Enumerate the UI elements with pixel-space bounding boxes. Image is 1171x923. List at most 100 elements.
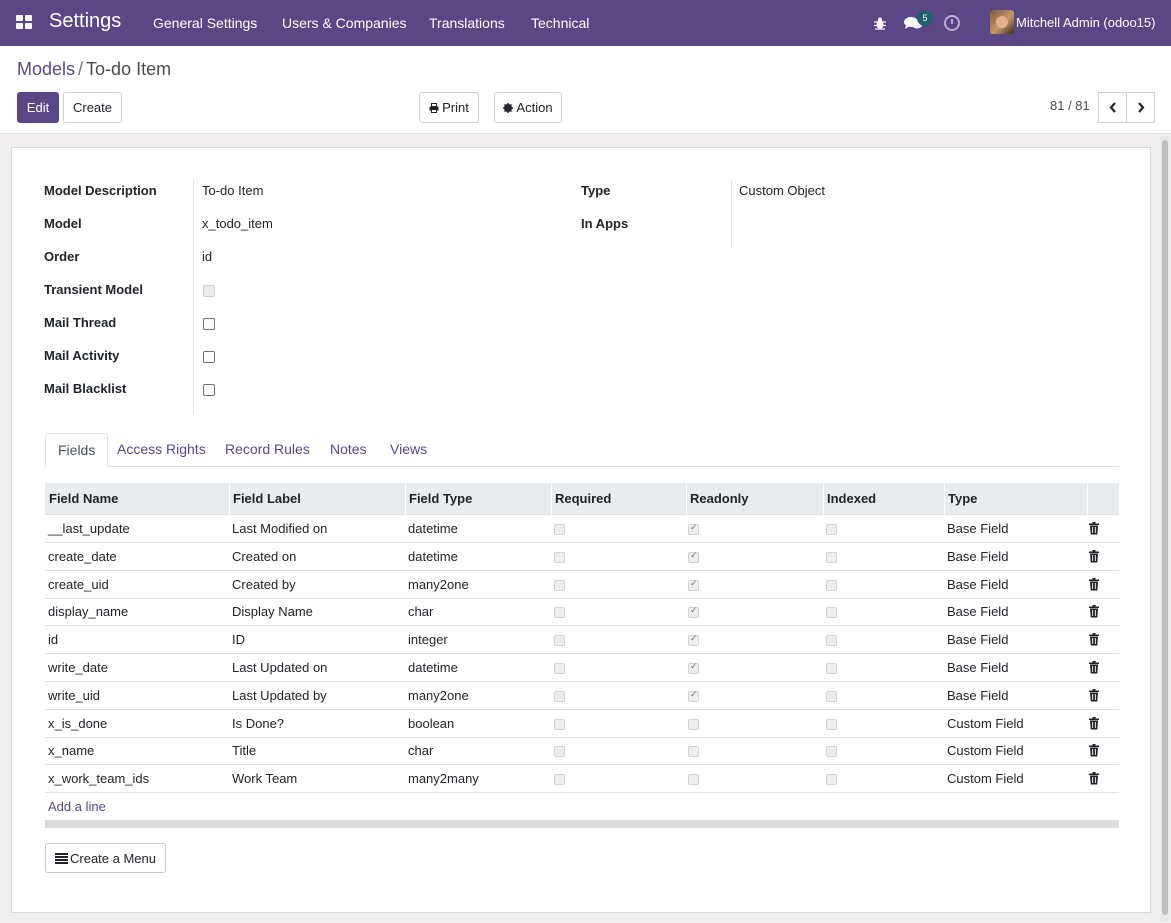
checkbox-required xyxy=(554,552,565,563)
cell-field-label: ID xyxy=(232,632,245,647)
checkbox-readonly xyxy=(688,719,699,730)
table-row[interactable]: display_name Display Name char Base Field xyxy=(45,598,1119,626)
field-model-description[interactable]: To-do Item xyxy=(202,183,263,198)
chevron-left-icon xyxy=(1109,102,1116,113)
column-type[interactable]: Type xyxy=(948,491,977,506)
checkbox-indexed xyxy=(826,552,837,563)
menu-general-settings[interactable]: General Settings xyxy=(153,15,257,31)
cell-field-type: char xyxy=(408,604,434,619)
tab-views[interactable]: Views xyxy=(378,433,439,467)
cell-field-label: Last Updated on xyxy=(232,660,328,675)
cell-type: Custom Field xyxy=(947,771,1024,786)
printer-icon xyxy=(429,102,439,113)
column-divider[interactable] xyxy=(229,483,230,515)
cell-type: Base Field xyxy=(947,688,1009,703)
tab-fields[interactable]: Fields xyxy=(45,433,109,467)
column-readonly[interactable]: Readonly xyxy=(690,491,749,506)
table-row[interactable]: create_uid Created by many2one Base Field xyxy=(45,571,1119,599)
field-type[interactable]: Custom Object xyxy=(739,183,825,198)
column-indexed[interactable]: Indexed xyxy=(827,491,876,506)
field-order[interactable]: id xyxy=(202,249,212,264)
add-line-link[interactable]: Add a line xyxy=(48,799,106,814)
trash-icon[interactable] xyxy=(1089,744,1099,757)
cell-field-name: write_uid xyxy=(48,688,101,703)
table-row[interactable]: id ID integer Base Field xyxy=(45,626,1119,654)
tab-access-rights[interactable]: Access Rights xyxy=(105,433,218,467)
create-button[interactable]: Create xyxy=(63,92,122,123)
trash-icon[interactable] xyxy=(1089,522,1099,535)
cell-field-name: x_is_done xyxy=(48,716,108,731)
fields-table-header: Field Name Field Label Field Type Requir… xyxy=(45,483,1119,515)
table-row[interactable]: create_date Created on datetime Base Field xyxy=(45,543,1119,571)
column-divider[interactable] xyxy=(686,483,687,515)
pager-previous-button[interactable] xyxy=(1098,92,1127,123)
edit-button[interactable]: Edit xyxy=(17,92,59,123)
checkbox-mail-activity[interactable] xyxy=(203,351,215,363)
page-scrollbar-thumb[interactable] xyxy=(1162,140,1168,915)
label-type: Type xyxy=(581,183,611,198)
breadcrumb-models-link[interactable]: Models xyxy=(17,59,75,79)
tab-record-rules[interactable]: Record Rules xyxy=(213,433,322,467)
column-divider[interactable] xyxy=(405,483,406,515)
bug-icon[interactable] xyxy=(873,16,887,30)
trash-icon[interactable] xyxy=(1089,772,1099,785)
menu-users-companies[interactable]: Users & Companies xyxy=(282,15,407,31)
app-brand[interactable]: Settings xyxy=(49,10,121,33)
trash-icon[interactable] xyxy=(1089,578,1099,591)
column-divider[interactable] xyxy=(1087,483,1088,515)
field-model[interactable]: x_todo_item xyxy=(202,216,273,231)
table-row[interactable]: __last_update Last Modified on datetime Bas… xyxy=(45,515,1119,543)
trash-icon[interactable] xyxy=(1089,717,1099,730)
column-divider[interactable] xyxy=(823,483,824,515)
add-line-row: Add a line xyxy=(45,793,1119,821)
print-label: Print xyxy=(442,100,469,115)
checkbox-readonly xyxy=(688,578,699,591)
cell-field-name: x_name xyxy=(48,743,95,758)
table-row[interactable]: x_work_team_ids Work Team many2many Custom … xyxy=(45,765,1119,793)
trash-icon[interactable] xyxy=(1089,689,1099,702)
apps-grid-icon[interactable] xyxy=(16,15,34,31)
action-button[interactable]: Action xyxy=(494,92,562,123)
cell-field-type: many2one xyxy=(408,688,469,703)
trash-icon[interactable] xyxy=(1089,550,1099,563)
cell-field-name: x_work_team_ids xyxy=(48,771,150,786)
create-menu-button[interactable]: Create a Menu xyxy=(45,843,166,873)
menu-technical[interactable]: Technical xyxy=(531,15,589,31)
table-horizontal-scrollbar[interactable] xyxy=(45,820,1119,828)
cell-field-type: datetime xyxy=(408,521,458,536)
column-required[interactable]: Required xyxy=(555,491,611,506)
column-divider[interactable] xyxy=(551,483,552,515)
clock-icon[interactable] xyxy=(944,15,960,31)
menu-translations[interactable]: Translations xyxy=(429,15,505,31)
checkbox-required xyxy=(554,524,565,535)
checkbox-mail-thread[interactable] xyxy=(203,318,215,330)
left-group-divider xyxy=(193,180,194,414)
column-field-type[interactable]: Field Type xyxy=(409,491,472,506)
cell-field-name: create_date xyxy=(48,549,117,564)
print-button[interactable]: Print xyxy=(419,92,479,123)
trash-icon[interactable] xyxy=(1089,633,1099,646)
column-field-name[interactable]: Field Name xyxy=(49,491,118,506)
table-row[interactable]: x_name Title char Custom Field xyxy=(45,737,1119,765)
checkbox-required xyxy=(554,774,565,785)
checkbox-indexed xyxy=(826,524,837,535)
checkbox-indexed xyxy=(826,580,837,591)
column-divider[interactable] xyxy=(944,483,945,515)
user-menu[interactable]: Mitchell Admin (odoo15) xyxy=(1016,15,1155,30)
trash-icon[interactable] xyxy=(1089,661,1099,674)
checkbox-mail-blacklist[interactable] xyxy=(203,384,215,396)
avatar[interactable] xyxy=(990,10,1014,34)
checkbox-required xyxy=(554,580,565,591)
label-mail-activity: Mail Activity xyxy=(44,348,120,363)
form-sheet: Model Description To-do Item Model x_tod… xyxy=(11,147,1151,913)
trash-icon[interactable] xyxy=(1089,605,1099,618)
pager-next-button[interactable] xyxy=(1126,92,1155,123)
pager-value[interactable]: 81 / 81 xyxy=(1050,98,1090,113)
cell-field-type: many2many xyxy=(408,771,479,786)
column-field-label[interactable]: Field Label xyxy=(233,491,301,506)
table-row[interactable]: write_uid Last Updated by many2one Base Fie… xyxy=(45,682,1119,710)
table-row[interactable]: x_is_done Is Done? boolean Custom Field xyxy=(45,710,1119,738)
cell-type: Base Field xyxy=(947,632,1009,647)
table-row[interactable]: write_date Last Updated on datetime Base Fi… xyxy=(45,654,1119,682)
tab-notes[interactable]: Notes xyxy=(318,433,379,467)
